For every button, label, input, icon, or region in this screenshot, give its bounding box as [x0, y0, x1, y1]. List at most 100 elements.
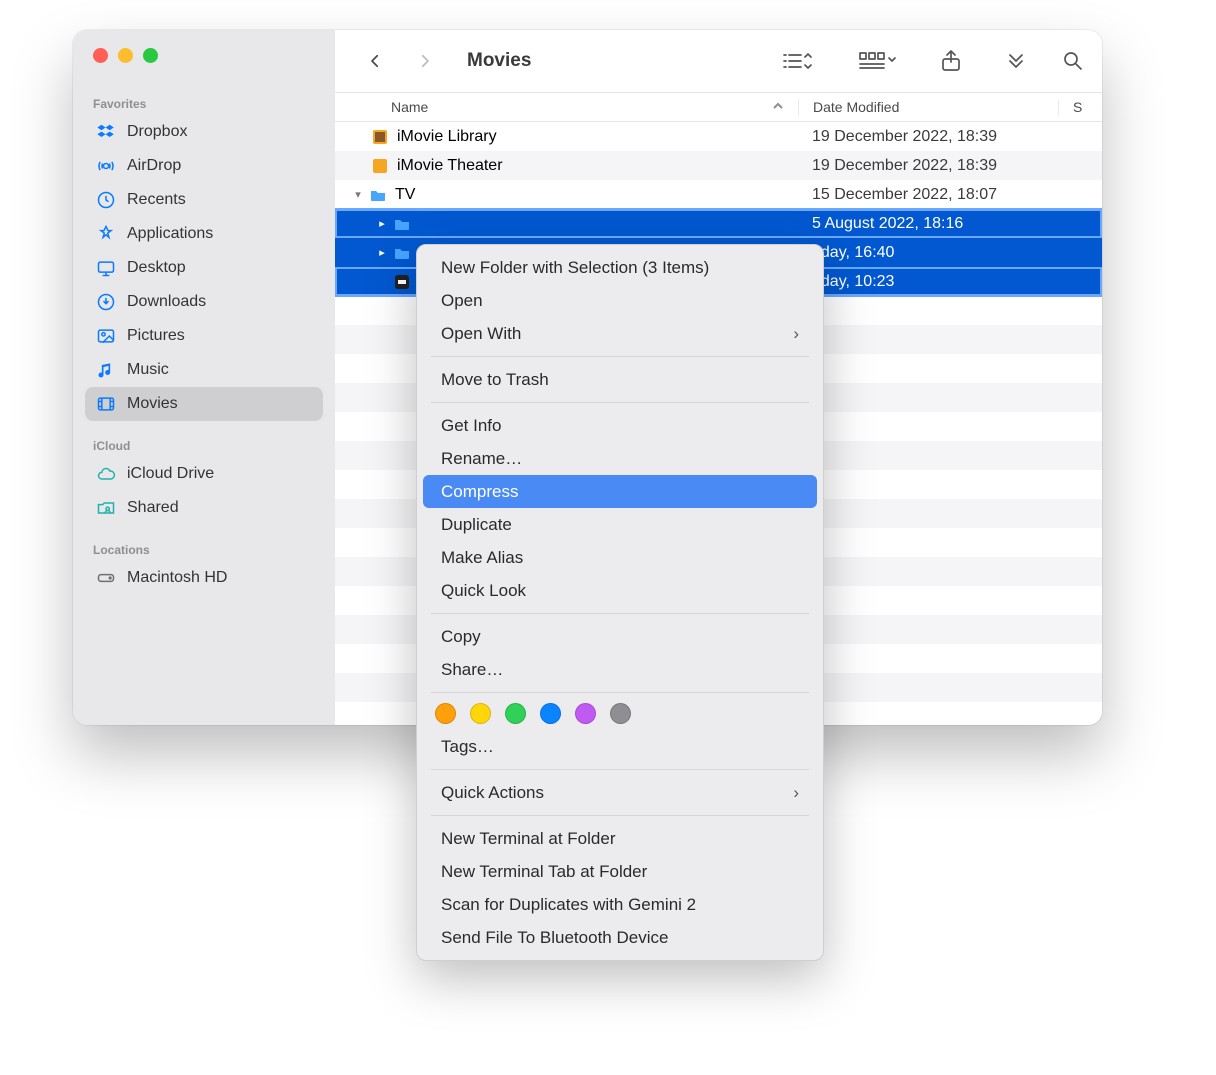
- toolbar: Movies: [335, 30, 1102, 92]
- menu-open[interactable]: Open: [423, 284, 817, 317]
- sidebar-item-label: Dropbox: [127, 123, 187, 141]
- menu-open-with[interactable]: Open With›: [423, 317, 817, 350]
- menu-make-alias[interactable]: Make Alias: [423, 541, 817, 574]
- menu-tag-colors: [417, 699, 823, 730]
- file-date: 5 August 2022, 18:16: [798, 215, 1102, 233]
- menu-rename[interactable]: Rename…: [423, 442, 817, 475]
- tag-blue[interactable]: [540, 703, 561, 724]
- menu-send-bluetooth[interactable]: Send File To Bluetooth Device: [423, 921, 817, 954]
- sidebar-item-movies[interactable]: Movies: [85, 387, 323, 421]
- tag-green[interactable]: [505, 703, 526, 724]
- clock-icon: [95, 189, 117, 211]
- column-name[interactable]: Name: [335, 99, 798, 115]
- sidebar-item-label: Desktop: [127, 259, 186, 277]
- theater-icon: [369, 155, 391, 177]
- menu-copy[interactable]: Copy: [423, 620, 817, 653]
- chevron-right-icon: ›: [793, 783, 799, 803]
- sidebar-item-macintosh-hd[interactable]: Macintosh HD: [85, 561, 323, 595]
- menu-duplicate[interactable]: Duplicate: [423, 508, 817, 541]
- disclosure-right-icon[interactable]: ▸: [373, 217, 391, 230]
- tag-gray[interactable]: [610, 703, 631, 724]
- sidebar-item-label: Recents: [127, 191, 186, 209]
- column-name-label: Name: [391, 99, 428, 115]
- dropbox-icon: [95, 121, 117, 143]
- menu-share[interactable]: Share…: [423, 653, 817, 686]
- menu-compress[interactable]: Compress: [423, 475, 817, 508]
- sidebar-item-music[interactable]: Music: [85, 353, 323, 387]
- sidebar-item-downloads[interactable]: Downloads: [85, 285, 323, 319]
- sidebar-item-label: Downloads: [127, 293, 206, 311]
- menu-new-terminal[interactable]: New Terminal at Folder: [423, 822, 817, 855]
- sidebar: Favorites Dropbox AirDrop Recents Applic…: [73, 30, 335, 725]
- menu-quick-look[interactable]: Quick Look: [423, 574, 817, 607]
- forward-button[interactable]: [411, 47, 439, 75]
- file-name: iMovie Library: [397, 128, 497, 146]
- sidebar-item-airdrop[interactable]: AirDrop: [85, 149, 323, 183]
- sidebar-item-label: Music: [127, 361, 169, 379]
- pictures-icon: [95, 325, 117, 347]
- disclosure-right-icon[interactable]: ▸: [373, 246, 391, 259]
- menu-tags[interactable]: Tags…: [423, 730, 817, 763]
- tag-purple[interactable]: [575, 703, 596, 724]
- sidebar-item-desktop[interactable]: Desktop: [85, 251, 323, 285]
- menu-quick-actions[interactable]: Quick Actions›: [423, 776, 817, 809]
- sidebar-item-pictures[interactable]: Pictures: [85, 319, 323, 353]
- search-button[interactable]: [1062, 46, 1084, 76]
- sidebar-item-label: Movies: [127, 395, 178, 413]
- sidebar-item-label: AirDrop: [127, 157, 181, 175]
- close-button[interactable]: [93, 48, 108, 63]
- shared-icon: [95, 497, 117, 519]
- sidebar-section-label: iCloud: [85, 433, 323, 457]
- sidebar-item-dropbox[interactable]: Dropbox: [85, 115, 323, 149]
- view-list-button[interactable]: [780, 46, 816, 76]
- file-row[interactable]: ▸ 5 August 2022, 18:16: [335, 209, 1102, 238]
- file-date: 19 December 2022, 18:39: [798, 157, 1102, 175]
- menu-scan-duplicates[interactable]: Scan for Duplicates with Gemini 2: [423, 888, 817, 921]
- sidebar-item-label: Shared: [127, 499, 179, 517]
- sidebar-item-shared[interactable]: Shared: [85, 491, 323, 525]
- view-group-button[interactable]: [858, 46, 900, 76]
- menu-new-folder-selection[interactable]: New Folder with Selection (3 Items): [423, 251, 817, 284]
- folder-icon: [391, 242, 413, 264]
- folder-icon: [391, 213, 413, 235]
- file-row[interactable]: iMovie Library 19 December 2022, 18:39: [335, 122, 1102, 151]
- sidebar-item-recents[interactable]: Recents: [85, 183, 323, 217]
- folder-icon: [367, 184, 389, 206]
- menu-new-terminal-tab[interactable]: New Terminal Tab at Folder: [423, 855, 817, 888]
- desktop-icon: [95, 257, 117, 279]
- tag-orange[interactable]: [435, 703, 456, 724]
- menu-get-info[interactable]: Get Info: [423, 409, 817, 442]
- column-size-label: S: [1073, 99, 1082, 115]
- tag-yellow[interactable]: [470, 703, 491, 724]
- back-button[interactable]: [361, 47, 389, 75]
- file-row[interactable]: iMovie Theater 19 December 2022, 18:39: [335, 151, 1102, 180]
- sidebar-item-label: Applications: [127, 225, 213, 243]
- file-date: 15 December 2022, 18:07: [798, 186, 1102, 204]
- airdrop-icon: [95, 155, 117, 177]
- cloud-icon: [95, 463, 117, 485]
- share-button[interactable]: [940, 46, 962, 76]
- sidebar-item-label: Macintosh HD: [127, 569, 227, 587]
- minimize-button[interactable]: [118, 48, 133, 63]
- chevron-right-icon: ›: [793, 324, 799, 344]
- sidebar-section-label: Favorites: [85, 91, 323, 115]
- maximize-button[interactable]: [143, 48, 158, 63]
- file-name: iMovie Theater: [397, 157, 503, 175]
- sidebar-section-label: Locations: [85, 537, 323, 561]
- movies-icon: [95, 393, 117, 415]
- more-button[interactable]: [1006, 46, 1026, 76]
- music-icon: [95, 359, 117, 381]
- column-header: Name Date Modified S: [335, 92, 1102, 122]
- disclosure-down-icon[interactable]: ▾: [349, 188, 367, 201]
- sidebar-item-applications[interactable]: Applications: [85, 217, 323, 251]
- column-date[interactable]: Date Modified: [798, 99, 1058, 115]
- file-row[interactable]: ▾ TV 15 December 2022, 18:07: [335, 180, 1102, 209]
- applications-icon: [95, 223, 117, 245]
- sidebar-item-label: Pictures: [127, 327, 185, 345]
- column-size[interactable]: S: [1058, 99, 1102, 115]
- menu-move-to-trash[interactable]: Move to Trash: [423, 363, 817, 396]
- sort-asc-icon: [772, 99, 784, 115]
- sidebar-item-icloud-drive[interactable]: iCloud Drive: [85, 457, 323, 491]
- file-date: 19 December 2022, 18:39: [798, 128, 1102, 146]
- disk-icon: [95, 567, 117, 589]
